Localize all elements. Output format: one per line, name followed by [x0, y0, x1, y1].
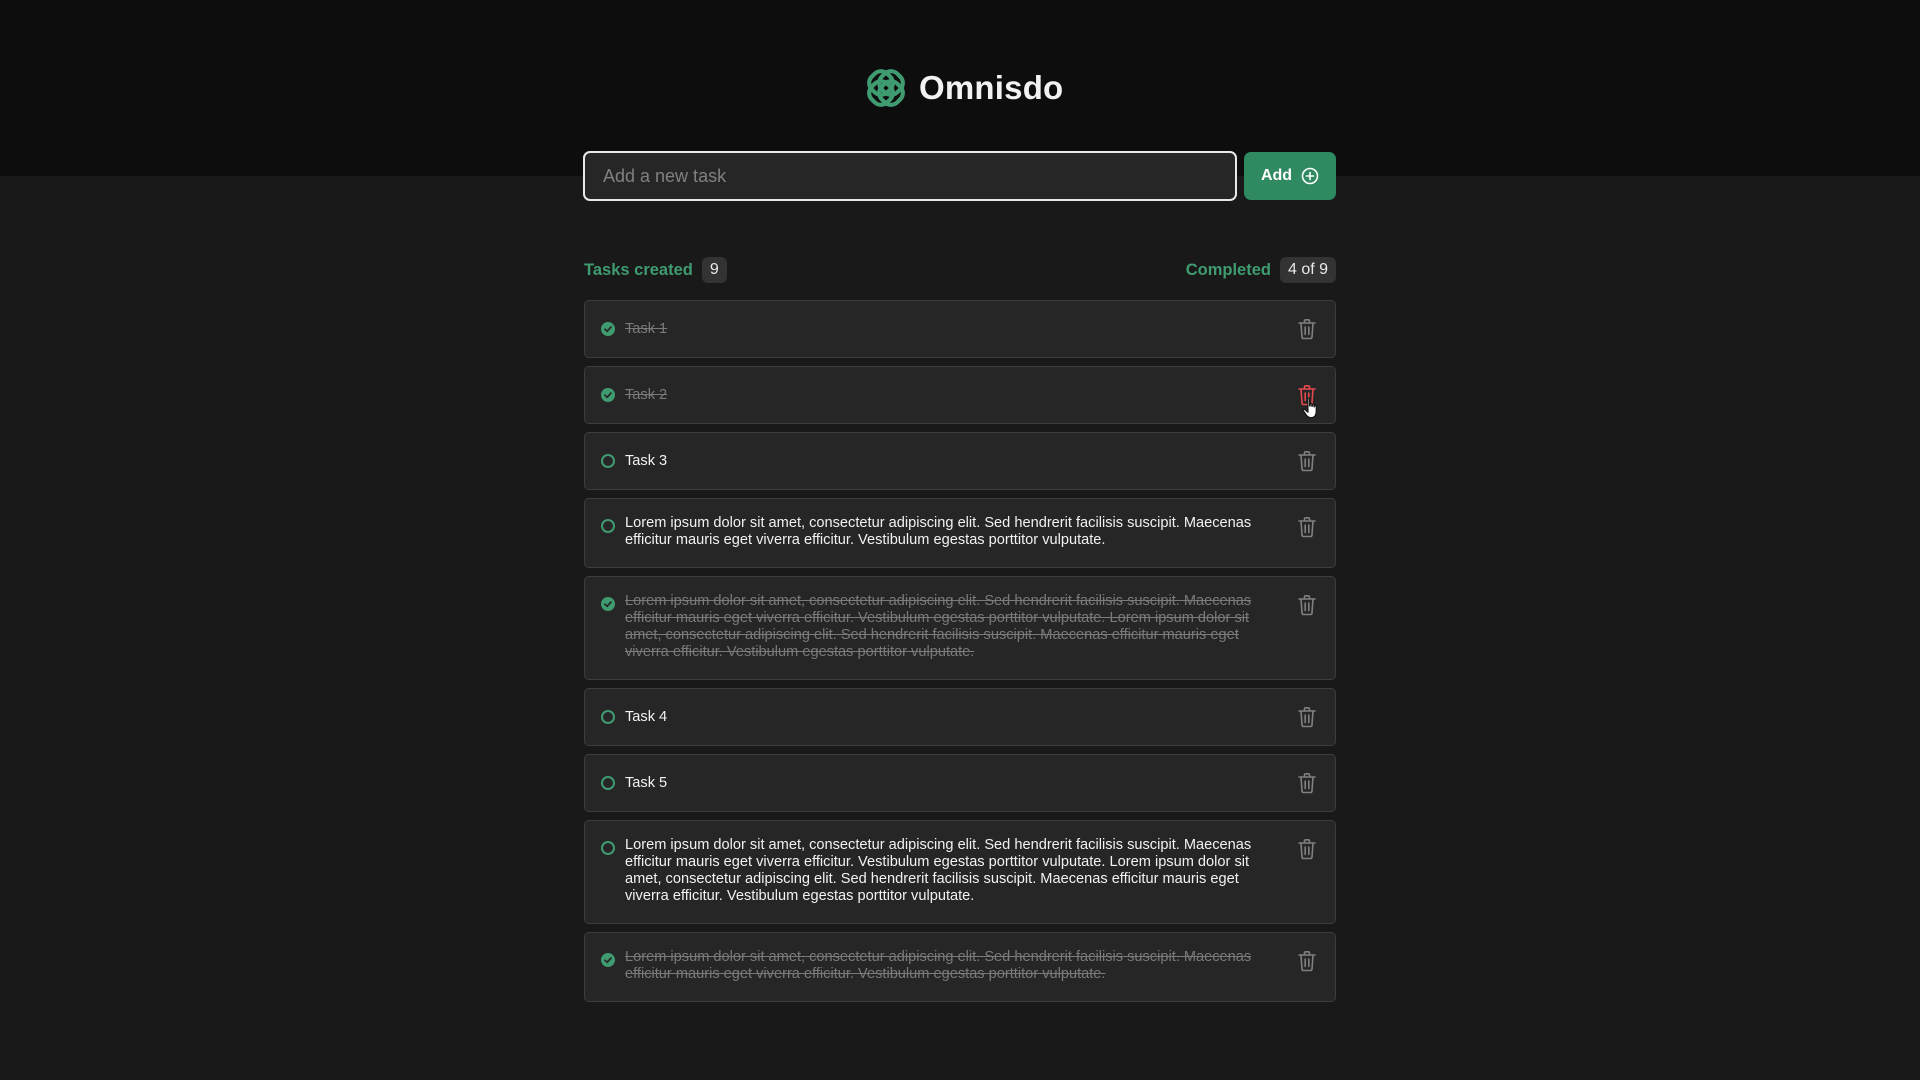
- trash-icon: [1298, 951, 1316, 972]
- task-checkbox[interactable]: [601, 454, 615, 468]
- task-item: Lorem ipsum dolor sit amet, consectetur …: [584, 932, 1336, 1002]
- task-text: Lorem ipsum dolor sit amet, consectetur …: [625, 837, 1252, 904]
- task-checkbox[interactable]: [601, 953, 615, 967]
- trash-icon: [1298, 839, 1316, 860]
- task-item: Lorem ipsum dolor sit amet, consectetur …: [584, 498, 1336, 568]
- delete-task-button[interactable]: [1296, 837, 1318, 861]
- tasks-created-count: 9: [701, 257, 727, 283]
- trash-icon: [1298, 451, 1316, 472]
- task-checkbox[interactable]: [601, 841, 615, 855]
- task-checkbox[interactable]: [601, 519, 615, 533]
- task-text: Lorem ipsum dolor sit amet, consectetur …: [625, 949, 1252, 982]
- checkmark-icon: [604, 601, 612, 608]
- delete-task-button[interactable]: [1296, 593, 1318, 617]
- task-text: Task 5: [625, 774, 668, 791]
- tasks-completed-stat: Completed 4 of 9: [1186, 257, 1336, 283]
- trash-icon: [1298, 595, 1316, 616]
- task-checkbox[interactable]: [601, 597, 615, 611]
- app-logo: Omnisdo: [861, 62, 1063, 114]
- completed-count: 4 of 9: [1279, 257, 1336, 283]
- task-text: Lorem ipsum dolor sit amet, consectetur …: [625, 515, 1252, 548]
- task-text: Lorem ipsum dolor sit amet, consectetur …: [625, 593, 1252, 660]
- task-item: Task 1: [584, 300, 1336, 358]
- task-item: Task 4: [584, 688, 1336, 746]
- task-text: Task 4: [625, 708, 668, 725]
- task-checkbox[interactable]: [601, 388, 615, 402]
- plus-circle-icon: [1301, 167, 1319, 185]
- checkmark-icon: [604, 392, 612, 399]
- delete-task-button[interactable]: [1296, 705, 1318, 729]
- omnisdo-logo-icon: [867, 69, 905, 107]
- checkmark-icon: [604, 957, 612, 964]
- task-item: Lorem ipsum dolor sit amet, consectetur …: [584, 576, 1336, 680]
- delete-task-button[interactable]: [1296, 949, 1318, 973]
- trash-icon: [1298, 385, 1316, 406]
- delete-task-button[interactable]: [1296, 771, 1318, 795]
- task-item: Task 2: [584, 366, 1336, 424]
- task-text: Task 3: [625, 452, 668, 469]
- task-text: Task 2: [625, 386, 668, 403]
- completed-label: Completed: [1185, 260, 1271, 279]
- tasks-created-stat: Tasks created 9: [584, 257, 727, 283]
- trash-icon: [1298, 517, 1316, 538]
- tasks-created-label: Tasks created: [584, 260, 693, 279]
- delete-task-button[interactable]: [1296, 383, 1318, 407]
- add-button-label: Add: [1260, 167, 1293, 184]
- task-item: Task 3: [584, 432, 1336, 490]
- checkmark-icon: [604, 326, 612, 333]
- add-task-button[interactable]: Add: [1244, 152, 1336, 200]
- task-checkbox[interactable]: [601, 776, 615, 790]
- task-text: Task 1: [625, 320, 668, 337]
- trash-icon: [1298, 773, 1316, 794]
- delete-task-button[interactable]: [1296, 317, 1318, 341]
- task-item: Task 5: [584, 754, 1336, 812]
- new-task-input[interactable]: [583, 151, 1237, 201]
- delete-task-button[interactable]: [1296, 515, 1318, 539]
- task-item: Lorem ipsum dolor sit amet, consectetur …: [584, 820, 1336, 924]
- trash-icon: [1298, 319, 1316, 340]
- task-list: Task 1 Task 2 Task 3 Lorem ipsum dolor s…: [584, 300, 1336, 1002]
- delete-task-button[interactable]: [1296, 449, 1318, 473]
- trash-icon: [1298, 707, 1316, 728]
- app-title: Omnisdo: [919, 69, 1064, 106]
- task-checkbox[interactable]: [601, 322, 615, 336]
- task-checkbox[interactable]: [601, 710, 615, 724]
